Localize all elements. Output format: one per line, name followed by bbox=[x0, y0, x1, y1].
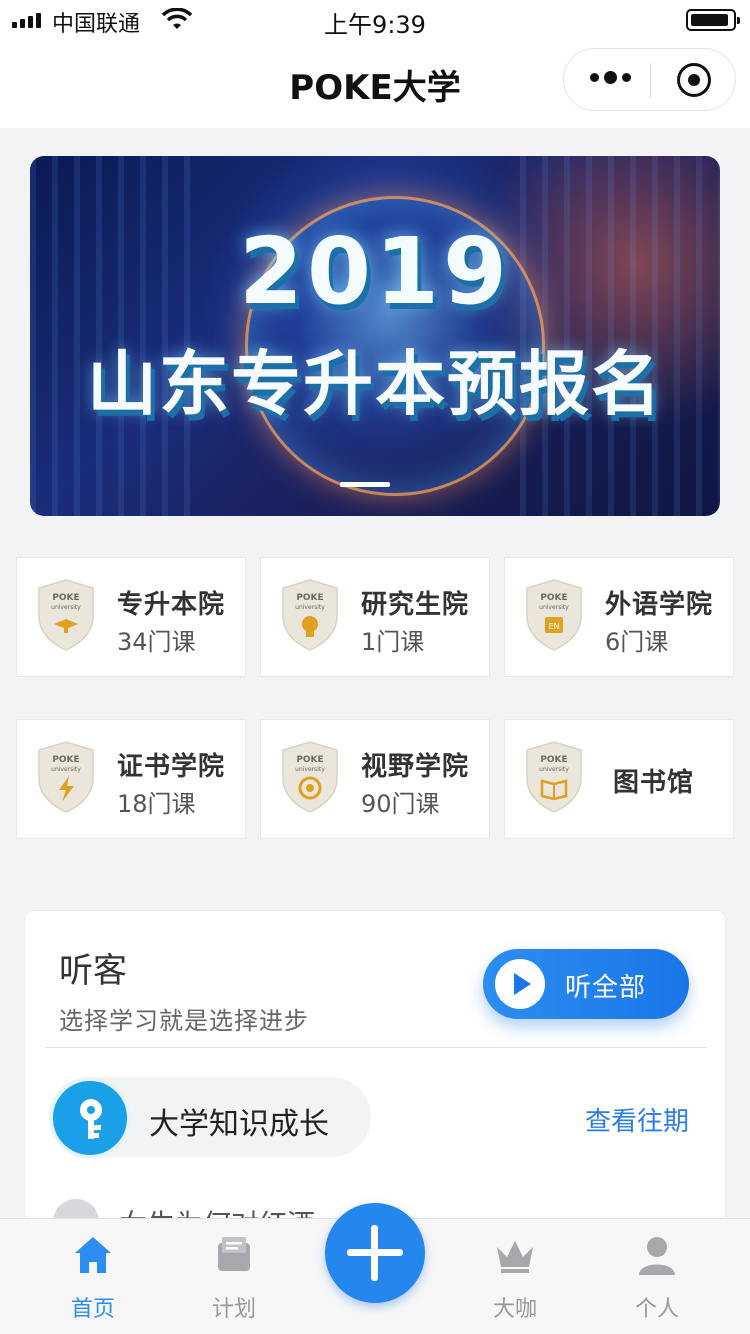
category-card[interactable]: POKE university 图书馆 bbox=[504, 719, 734, 839]
tab-label: 个人 bbox=[634, 1297, 679, 1322]
svg-text:university: university bbox=[539, 604, 569, 611]
mini-program-capsule bbox=[563, 48, 736, 111]
banner-headline: 山东专升本预报名 bbox=[87, 343, 663, 425]
head-icon: POKEuniversity bbox=[282, 579, 338, 651]
category-name: 专升本院 bbox=[117, 590, 226, 620]
status-bar: 中国联通 上午9:39 bbox=[0, 0, 750, 40]
category-card[interactable]: POKE university 证书学院 18门课 bbox=[16, 719, 246, 839]
globe-icon: POKEuniversity bbox=[282, 741, 338, 813]
course-count: 90门课 bbox=[361, 790, 440, 818]
course-count: 1门课 bbox=[361, 628, 425, 656]
tab-plan[interactable]: 计划 bbox=[179, 1219, 289, 1334]
graduation-cap-icon: POKEuniversity bbox=[38, 579, 94, 651]
tab-home[interactable]: 首页 bbox=[38, 1219, 148, 1334]
tab-profile[interactable]: 个人 bbox=[602, 1219, 712, 1334]
play-all-button[interactable]: 听全部 bbox=[483, 949, 689, 1019]
add-button[interactable] bbox=[325, 1203, 425, 1303]
banner-year: 2019 bbox=[238, 218, 512, 325]
key-icon bbox=[49, 1077, 131, 1159]
tab-label: 大咖 bbox=[492, 1297, 537, 1322]
svg-text:POKE: POKE bbox=[296, 593, 323, 603]
category-card[interactable]: POKE university 研究生院 1门课 bbox=[260, 557, 490, 677]
carousel-indicator bbox=[340, 482, 390, 487]
category-name: 研究生院 bbox=[361, 590, 470, 620]
category-card[interactable]: POKE university EN 外语学院 6门课 bbox=[504, 557, 734, 677]
category-name: 图书馆 bbox=[613, 768, 695, 798]
capsule-divider bbox=[650, 63, 651, 98]
more-icon[interactable] bbox=[590, 71, 631, 84]
course-count: 6门课 bbox=[605, 628, 669, 656]
divider bbox=[45, 1047, 707, 1048]
nav-bar: POKE大学 bbox=[0, 40, 750, 128]
en-book-icon: POKEuniversity EN bbox=[526, 579, 582, 651]
svg-text:POKE: POKE bbox=[540, 593, 567, 603]
tab-label: 计划 bbox=[211, 1297, 256, 1322]
listen-subtitle: 选择学习就是选择进步 bbox=[59, 1007, 309, 1035]
lightning-icon: POKEuniversity bbox=[38, 741, 94, 813]
open-book-icon: POKEuniversity bbox=[526, 741, 582, 813]
svg-text:university: university bbox=[539, 766, 569, 773]
battery-icon bbox=[686, 9, 740, 31]
tab-label: 首页 bbox=[70, 1297, 115, 1322]
svg-text:university: university bbox=[51, 766, 81, 773]
topic-pill[interactable]: 大学知识成长 bbox=[49, 1077, 371, 1159]
view-history-link[interactable]: 查看往期 bbox=[585, 1101, 689, 1138]
category-name: 证书学院 bbox=[117, 752, 226, 782]
tab-experts[interactable]: 大咖 bbox=[460, 1219, 570, 1334]
close-target-icon[interactable] bbox=[677, 63, 711, 97]
category-name: 外语学院 bbox=[605, 590, 714, 620]
topic-label: 大学知识成长 bbox=[149, 1107, 329, 1142]
banner-carousel[interactable]: 2019 山东专升本预报名 bbox=[30, 156, 720, 516]
listen-title: 听客 bbox=[59, 951, 127, 991]
course-count: 18门课 bbox=[117, 790, 196, 818]
category-name: 视野学院 bbox=[361, 752, 470, 782]
svg-text:POKE: POKE bbox=[52, 755, 79, 765]
status-time: 上午9:39 bbox=[324, 11, 426, 39]
svg-text:POKE: POKE bbox=[540, 755, 567, 765]
svg-text:university: university bbox=[295, 604, 325, 611]
plan-icon bbox=[218, 1237, 250, 1271]
category-card[interactable]: POKE university 专升本院 34门课 bbox=[16, 557, 246, 677]
category-card[interactable]: POKE university 视野学院 90门课 bbox=[260, 719, 490, 839]
svg-text:POKE: POKE bbox=[52, 593, 79, 603]
play-all-label: 听全部 bbox=[565, 973, 647, 1003]
home-icon bbox=[75, 1237, 111, 1273]
person-icon bbox=[639, 1237, 675, 1275]
svg-text:POKE: POKE bbox=[296, 755, 323, 765]
play-icon bbox=[495, 959, 545, 1009]
svg-text:university: university bbox=[51, 604, 81, 611]
crown-icon bbox=[497, 1241, 533, 1273]
svg-text:EN: EN bbox=[548, 622, 559, 631]
course-count: 34门课 bbox=[117, 628, 196, 656]
svg-text:university: university bbox=[295, 766, 325, 773]
